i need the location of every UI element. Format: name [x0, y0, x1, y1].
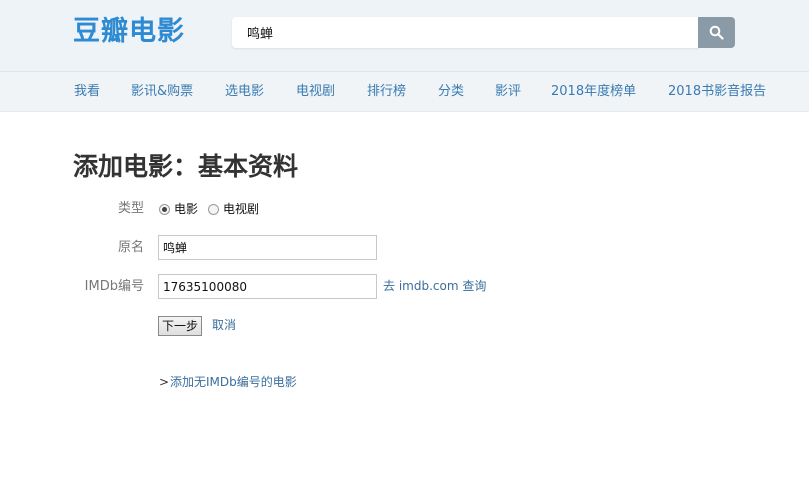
site-header: 豆瓣电影 — [0, 0, 809, 72]
original-name-label: 原名 — [117, 240, 144, 255]
nav-item-reviews[interactable]: 影评 — [495, 84, 521, 100]
page-title: 添加电影：基本资料 — [73, 152, 299, 181]
type-radio-tv[interactable] — [208, 204, 219, 215]
type-radio-movie[interactable] — [159, 204, 170, 215]
imdb-id-label: IMDb编号 — [84, 279, 144, 294]
main-nav: 我看 影讯&购票 选电影 电视剧 排行榜 分类 影评 2018年度榜单 2018… — [0, 72, 809, 112]
nav-item-categories[interactable]: 分类 — [438, 84, 464, 100]
imdb-lookup-link[interactable]: 去 imdb.com 查询 — [383, 279, 486, 293]
nav-item-charts[interactable]: 排行榜 — [367, 84, 406, 100]
search-icon — [709, 25, 724, 40]
type-option-movie-label[interactable]: 电影 — [174, 202, 198, 216]
original-name-input[interactable] — [158, 235, 377, 260]
nav-item-tv[interactable]: 电视剧 — [296, 84, 335, 100]
type-option-tv-label[interactable]: 电视剧 — [223, 202, 259, 216]
search-input[interactable] — [232, 17, 699, 48]
nav-item-annual-list-2018[interactable]: 2018年度榜单 — [551, 84, 636, 100]
cancel-link[interactable]: 取消 — [212, 318, 236, 332]
nav-item-annual-report-2018[interactable]: 2018书影音报告 — [668, 84, 766, 100]
nav-item-watched[interactable]: 我看 — [74, 84, 100, 100]
search-button[interactable] — [698, 17, 735, 48]
imdb-id-input[interactable] — [158, 274, 377, 299]
nav-item-showtimes-tickets[interactable]: 影讯&购票 — [131, 84, 193, 100]
type-label: 类型 — [117, 201, 144, 216]
douban-movie-logo[interactable]: 豆瓣电影 — [73, 15, 185, 49]
nav-item-explore-movies[interactable]: 选电影 — [225, 84, 264, 100]
arrow-icon: > — [159, 375, 170, 389]
next-step-button[interactable]: 下一步 — [158, 316, 202, 336]
add-movie-without-imdb-link[interactable]: 添加无IMDb编号的电影 — [170, 375, 297, 389]
